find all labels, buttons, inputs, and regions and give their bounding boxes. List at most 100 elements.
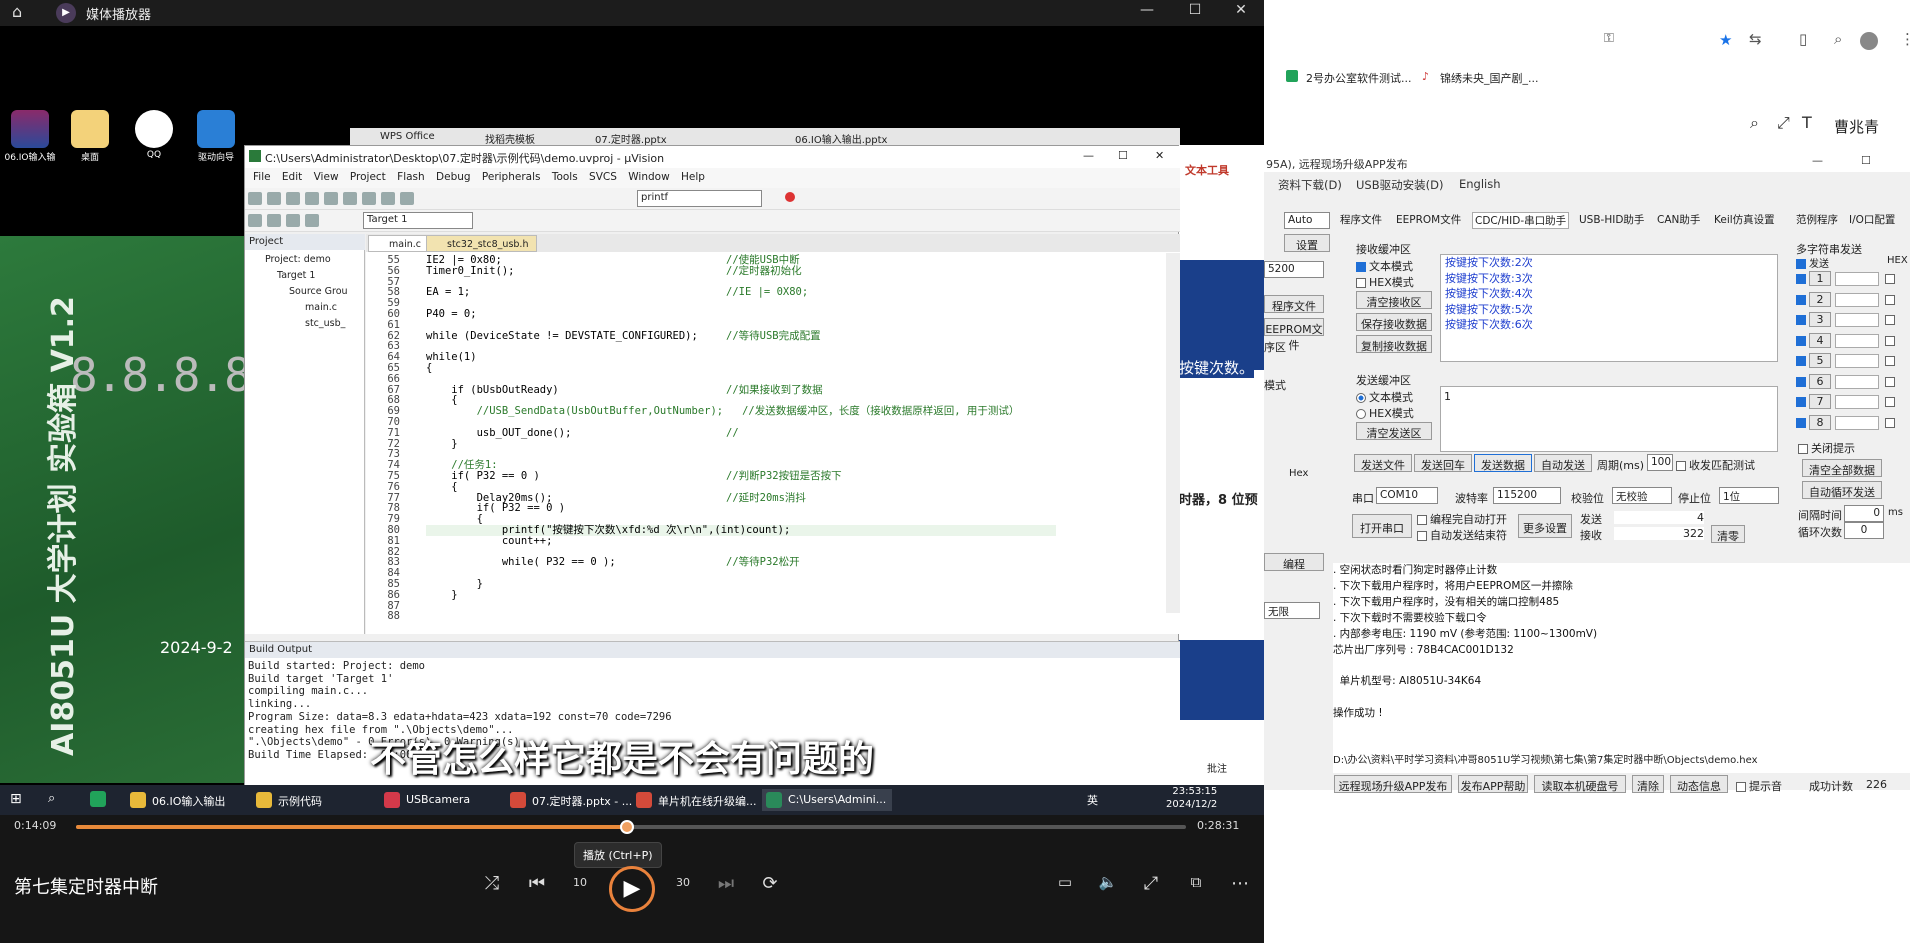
taskbar-item[interactable]: USBcamera: [380, 789, 476, 811]
breakpoint-icon[interactable]: [785, 192, 795, 202]
tab-main-c[interactable]: main.c: [368, 235, 430, 252]
loop-input[interactable]: 0: [1844, 522, 1884, 539]
menu-edit[interactable]: Edit: [282, 171, 302, 183]
taskbar-item[interactable]: 07.定时器.pptx - ...: [506, 789, 638, 811]
wps-ribbon-tab[interactable]: 文本工具: [1185, 162, 1229, 178]
remote-upgrade-button[interactable]: 远程现场升级APP发布: [1334, 775, 1452, 793]
menu-flash[interactable]: Flash: [397, 171, 425, 183]
notes-button[interactable]: 批注: [1207, 760, 1227, 775]
menu-svcs[interactable]: SVCS: [589, 171, 617, 183]
play-button[interactable]: ▶: [609, 866, 655, 912]
port-select[interactable]: COM10: [1376, 487, 1438, 504]
isp-tab[interactable]: I/O口配置: [1849, 212, 1895, 227]
app-icon[interactable]: [90, 791, 106, 807]
seek-knob[interactable]: [619, 820, 634, 834]
isp-tab[interactable]: Keil仿真设置: [1714, 212, 1775, 227]
fullscreen-icon[interactable]: ⤢: [1136, 873, 1166, 894]
recv-text-mode[interactable]: 文本模式: [1356, 258, 1413, 274]
translate-icon[interactable]: [248, 214, 262, 227]
menu-debug[interactable]: Debug: [436, 171, 471, 183]
cut-icon[interactable]: [324, 192, 338, 205]
maximize-icon[interactable]: ☐: [1118, 149, 1128, 162]
settings-button[interactable]: 设置: [1284, 234, 1330, 252]
eeprom-file-button[interactable]: EEPROM文件: [1264, 318, 1324, 352]
multi-send-row[interactable]: 6: [1796, 373, 1906, 391]
desktop-icon-qq[interactable]: QQ: [128, 110, 180, 160]
clear-count-button[interactable]: 清零: [1711, 525, 1745, 543]
minimize-icon[interactable]: —: [1812, 154, 1823, 167]
wps-tab[interactable]: 找稻壳模板: [485, 131, 535, 146]
target-select[interactable]: Target 1: [363, 212, 473, 229]
bookmark-item[interactable]: 2号办公室软件测试...: [1306, 70, 1412, 86]
seek-bar[interactable]: [76, 820, 1186, 834]
tree-source-group[interactable]: Source Grou: [289, 286, 348, 297]
desktop-icon-desktop[interactable]: 桌面: [64, 110, 116, 163]
auto-loop-button[interactable]: 自动循环发送: [1802, 481, 1882, 499]
build-icon[interactable]: [267, 214, 281, 227]
menu-window[interactable]: Window: [628, 171, 669, 183]
mini-player-icon[interactable]: ⧉: [1181, 873, 1211, 891]
isp-tab[interactable]: EEPROM文件: [1396, 212, 1461, 227]
match-test[interactable]: 收发匹配测试: [1676, 457, 1755, 473]
multi-send-row[interactable]: 8: [1796, 414, 1906, 432]
code-area[interactable]: 55 IE2 |= 0x80;//使能USB中断 56 Timer0_Init(); /…: [366, 253, 1166, 622]
auto-send-button[interactable]: 自动发送: [1534, 454, 1592, 472]
more-settings-button[interactable]: 更多设置: [1518, 514, 1572, 538]
app-help-button[interactable]: 发布APP帮助: [1458, 775, 1528, 793]
translate-icon[interactable]: ⇆: [1749, 30, 1762, 48]
menu-tools[interactable]: Tools: [552, 171, 578, 183]
interval-input[interactable]: 0: [1844, 505, 1884, 522]
avatar[interactable]: [1860, 32, 1878, 50]
bookmark-star-icon[interactable]: ★: [1719, 31, 1732, 49]
minimize-icon[interactable]: —: [1132, 2, 1162, 18]
maximize-icon[interactable]: ☐: [1861, 154, 1871, 167]
shuffle-icon[interactable]: ⤮: [477, 873, 507, 894]
expand-icon[interactable]: ⤢: [1777, 113, 1790, 133]
send-hex-mode[interactable]: HEX模式: [1356, 405, 1414, 421]
tree-target[interactable]: Target 1: [277, 270, 315, 281]
user-name[interactable]: 曹兆青: [1834, 116, 1879, 137]
minimize-icon[interactable]: —: [1083, 149, 1094, 162]
program-button[interactable]: 编程: [1264, 553, 1324, 571]
menu-download[interactable]: 资料下载(D): [1278, 177, 1342, 193]
open-port-button[interactable]: 打开串口: [1352, 514, 1412, 538]
isp-tab[interactable]: CAN助手: [1657, 212, 1700, 227]
maximize-icon[interactable]: ☐: [1180, 2, 1210, 18]
period-input[interactable]: 100: [1647, 454, 1673, 471]
save-all-icon[interactable]: [305, 192, 319, 205]
clear-recv-button[interactable]: 清空接收区: [1356, 291, 1432, 309]
multi-send-row[interactable]: 1: [1796, 271, 1906, 288]
clear-send-button[interactable]: 清空发送区: [1356, 422, 1432, 440]
rebuild-icon[interactable]: [286, 214, 300, 227]
save-recv-button[interactable]: 保存接收数据: [1356, 313, 1432, 331]
send-file-button[interactable]: 发送文件: [1354, 454, 1412, 472]
save-icon[interactable]: [286, 192, 300, 205]
multi-send-row[interactable]: 2: [1796, 291, 1906, 309]
previous-icon[interactable]: ⏮: [522, 873, 552, 894]
isp-tab[interactable]: USB-HID助手: [1579, 212, 1644, 227]
multi-send-row[interactable]: 3: [1796, 312, 1906, 329]
windows-start-icon[interactable]: ⊞: [10, 791, 22, 807]
program-file-button[interactable]: 程序文件: [1264, 295, 1324, 313]
captions-icon[interactable]: ▭: [1050, 873, 1080, 891]
tree-project[interactable]: Project: demo: [265, 254, 331, 265]
menu-peripherals[interactable]: Peripherals: [482, 171, 541, 183]
ime-indicator[interactable]: 英: [1087, 792, 1098, 808]
wps-tab[interactable]: 06.IO输入输出.pptx: [795, 131, 887, 146]
home-icon[interactable]: ⌂: [12, 2, 22, 21]
sidebar-icon[interactable]: ▯: [1799, 30, 1807, 48]
taskbar-item[interactable]: C:\Users\Admini...: [762, 789, 893, 811]
search-icon[interactable]: ⌕: [1750, 113, 1759, 133]
taskbar-item[interactable]: 单片机在线升级编...: [632, 789, 763, 811]
clear-button[interactable]: 清除: [1632, 775, 1664, 793]
new-file-icon[interactable]: [248, 192, 262, 205]
isp-tab-active[interactable]: CDC/HID-串口助手: [1472, 212, 1570, 229]
skip-forward-icon[interactable]: 30: [668, 876, 698, 889]
dynamic-info-button[interactable]: 动态信息: [1670, 775, 1728, 793]
clear-all-button[interactable]: 清空全部数据: [1802, 459, 1882, 477]
tree-file[interactable]: main.c: [305, 302, 337, 313]
search-icon[interactable]: ⌕: [1834, 30, 1842, 48]
close-icon[interactable]: ✕: [1155, 149, 1164, 162]
desktop-icon-winrar[interactable]: 06.IO输入输: [4, 110, 56, 163]
repeat-icon[interactable]: ⟳: [755, 873, 785, 894]
